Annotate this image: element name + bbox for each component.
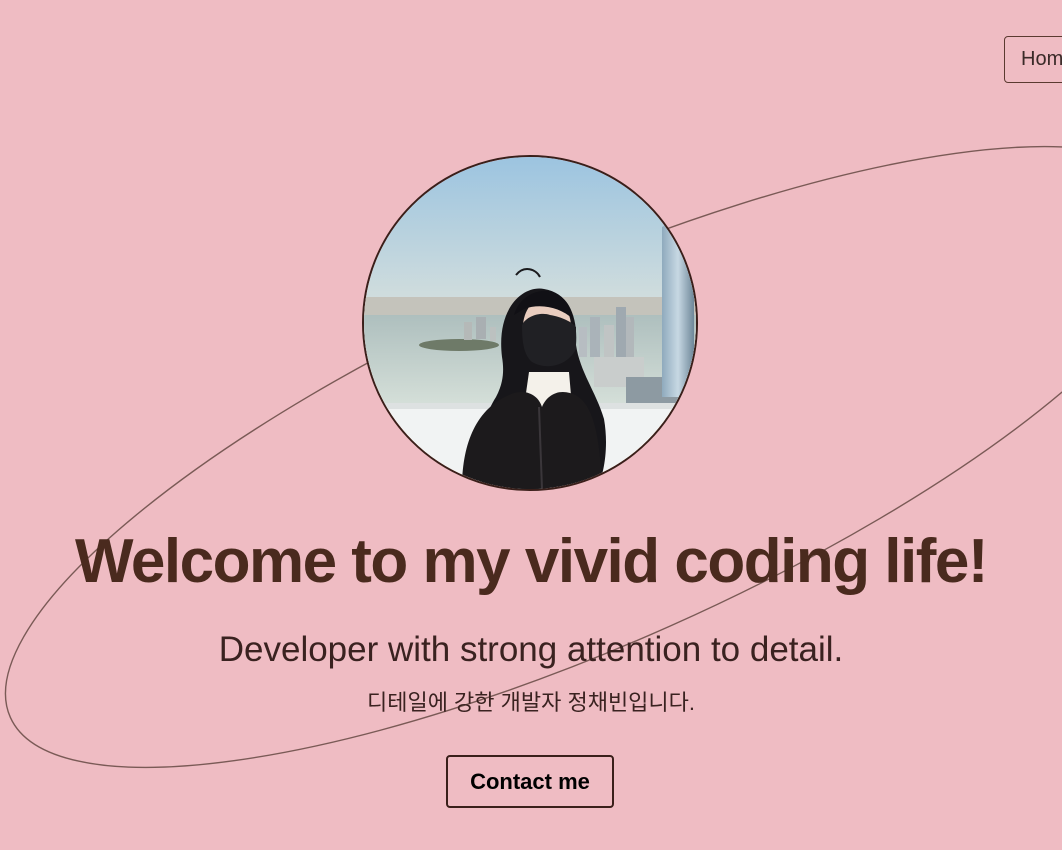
profile-photo [362,155,698,491]
hero-headline: Welcome to my vivid coding life! [74,527,989,596]
page: Home [0,0,1062,850]
hero-tagline: Developer with strong attention to detai… [218,630,844,669]
nav-home-button[interactable]: Home [1004,36,1062,83]
hero-tagline-korean: 디테일에 강한 개발자 정채빈입니다. [366,690,696,715]
contact-me-button[interactable]: Contact me [446,755,614,808]
